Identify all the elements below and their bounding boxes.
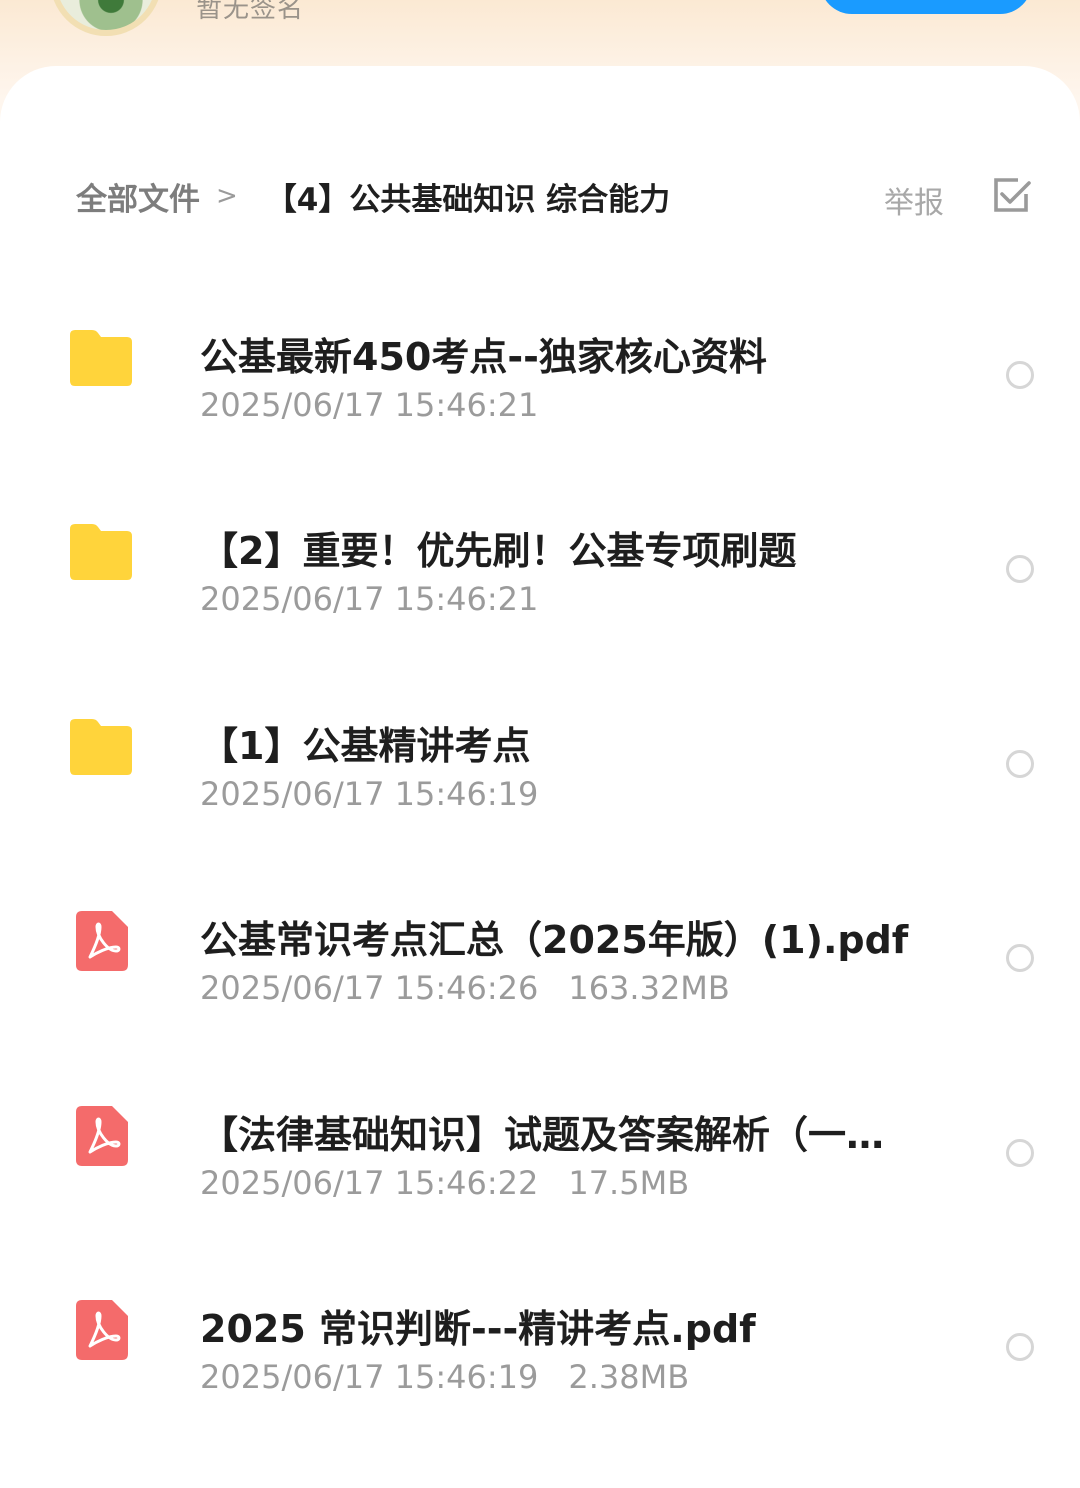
file-row-pdf[interactable]: 公基常识考点汇总（2025年版）(1).pdf 2025/06/17 15:46… (0, 865, 1080, 1059)
file-name: 【2】重要！优先刷！公基专项刷题 (200, 529, 797, 574)
file-name: 公基最新450考点--独家核心资料 (200, 335, 767, 379)
file-meta: 2025/06/17 15:46:22 17.5MB (200, 1164, 689, 1202)
file-name: 【法律基础知识】试题及答案解析（一… (200, 1112, 885, 1157)
select-radio[interactable] (1006, 944, 1034, 973)
file-name: 2025 常识判断---精讲考点.pdf (200, 1306, 756, 1351)
profile-signature: 暂无签名 (196, 0, 305, 24)
file-name: 公基常识考点汇总（2025年版）(1).pdf (200, 918, 909, 963)
folder-icon (70, 330, 132, 386)
file-size: 17.5MB (568, 1163, 690, 1202)
select-radio[interactable] (1006, 555, 1034, 584)
select-radio[interactable] (1006, 361, 1034, 389)
file-browser-card: 全部文件 > 【4】公共基础知识 综合能力 举报 公基最新450考点--独家核心… (0, 66, 1080, 1488)
breadcrumb-separator: > (216, 181, 238, 211)
file-list: 公基最新450考点--独家核心资料 2025/06/17 15:46:21 【2… (0, 282, 1080, 1448)
file-date: 2025/06/17 15:46:21 (200, 386, 539, 424)
folder-icon (70, 524, 132, 581)
breadcrumb-current-folder: 【4】公共基础知识 综合能力 (265, 181, 671, 218)
pdf-icon (72, 1105, 134, 1166)
file-row-folder[interactable]: 【1】公基精讲考点 2025/06/17 15:46:19 (0, 671, 1080, 865)
file-size: 163.32MB (568, 969, 730, 1008)
breadcrumb: 全部文件 > 【4】公共基础知识 综合能力 (76, 178, 670, 218)
file-row-folder[interactable]: 公基最新450考点--独家核心资料 2025/06/17 15:46:21 (0, 282, 1080, 476)
file-meta: 2025/06/17 15:46:26 163.32MB (200, 969, 730, 1007)
file-row-pdf[interactable]: 【法律基础知识】试题及答案解析（一… 2025/06/17 15:46:22 17… (0, 1060, 1080, 1254)
checkbox-icon[interactable] (992, 176, 1032, 216)
file-row-folder[interactable]: 【2】重要！优先刷！公基专项刷题 2025/06/17 15:46:21 (0, 476, 1080, 670)
pdf-icon (72, 911, 134, 972)
avatar[interactable] (50, 0, 162, 36)
file-size: 2.38MB (568, 1357, 690, 1396)
follow-button[interactable] (820, 0, 1032, 14)
file-date: 2025/06/17 15:46:19 (200, 774, 539, 813)
file-date: 2025/06/17 15:46:22 (200, 1163, 539, 1202)
pdf-icon (72, 1299, 134, 1360)
file-name: 【1】公基精讲考点 (200, 723, 531, 768)
file-row-pdf[interactable]: 2025 常识判断---精讲考点.pdf 2025/06/17 15:46:19… (0, 1254, 1080, 1448)
select-radio[interactable] (1006, 749, 1034, 778)
select-radio[interactable] (1006, 1138, 1034, 1167)
file-meta: 2025/06/17 15:46:19 (200, 775, 538, 813)
file-meta: 2025/06/17 15:46:19 2.38MB (200, 1358, 689, 1396)
file-date: 2025/06/17 15:46:26 (200, 969, 539, 1008)
folder-icon (70, 718, 132, 775)
file-meta: 2025/06/17 15:46:21 (200, 580, 538, 618)
file-date: 2025/06/17 15:46:19 (200, 1357, 539, 1396)
report-button[interactable]: 举报 (884, 178, 944, 222)
select-radio[interactable] (1006, 1332, 1034, 1361)
file-meta: 2025/06/17 15:46:21 (200, 386, 538, 424)
file-date: 2025/06/17 15:46:21 (200, 580, 539, 619)
breadcrumb-root[interactable]: 全部文件 (76, 174, 200, 219)
